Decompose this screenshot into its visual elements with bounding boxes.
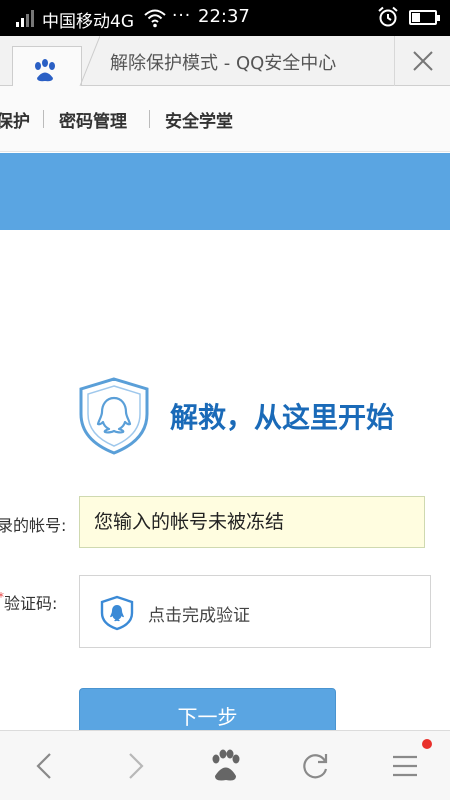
browser-tab-bar: 解除保护模式 - QQ安全中心: [0, 36, 450, 90]
battery-level: [412, 13, 420, 22]
forward-icon[interactable]: [118, 749, 152, 783]
tab-close-button[interactable]: [394, 36, 450, 86]
signal-icon: [16, 9, 38, 27]
tab-title[interactable]: 解除保护模式 - QQ安全中心: [110, 49, 336, 75]
captcha-label-text: 验证码:: [4, 594, 58, 613]
header-banner: [0, 153, 450, 230]
wifi-icon: [144, 9, 166, 28]
nav-divider: [149, 110, 150, 128]
shield-icon: [100, 595, 134, 631]
hero-title: 解救，从这里开始: [170, 401, 395, 434]
nav-divider: [43, 110, 44, 128]
menu-icon[interactable]: [388, 749, 422, 783]
back-icon[interactable]: [28, 749, 62, 783]
status-bar: 中国移动4G ··· 22:37: [0, 0, 450, 36]
site-nav: 保护 密码管理 安全学堂: [0, 86, 450, 152]
carrier-label: 中国移动4G: [42, 12, 134, 32]
notification-dot: [422, 739, 432, 749]
nav-item-protect[interactable]: 保护: [0, 107, 30, 132]
nav-item-password-management[interactable]: 密码管理: [59, 107, 127, 132]
captcha-verify-button[interactable]: 点击完成验证: [79, 575, 431, 648]
qq-shield-icon: [79, 377, 149, 455]
account-label: 录的帐号:: [0, 516, 67, 535]
battery-icon: [409, 10, 440, 25]
baidu-paw-icon: [35, 59, 55, 82]
nav-item-security-school[interactable]: 安全学堂: [165, 107, 233, 132]
close-icon: [413, 51, 433, 71]
refresh-icon[interactable]: [298, 749, 332, 783]
tab-edge: [79, 36, 100, 86]
more-status-dots: ···: [172, 6, 192, 26]
baidu-paw-icon[interactable]: [208, 749, 242, 783]
browser-toolbar: [0, 730, 450, 800]
account-input[interactable]: 您输入的帐号未被冻结: [79, 496, 425, 548]
clock: 22:37: [198, 6, 250, 27]
captcha-prompt: 点击完成验证: [148, 606, 250, 626]
alarm-icon: [378, 6, 398, 27]
captcha-label: *验证码:: [0, 590, 57, 614]
